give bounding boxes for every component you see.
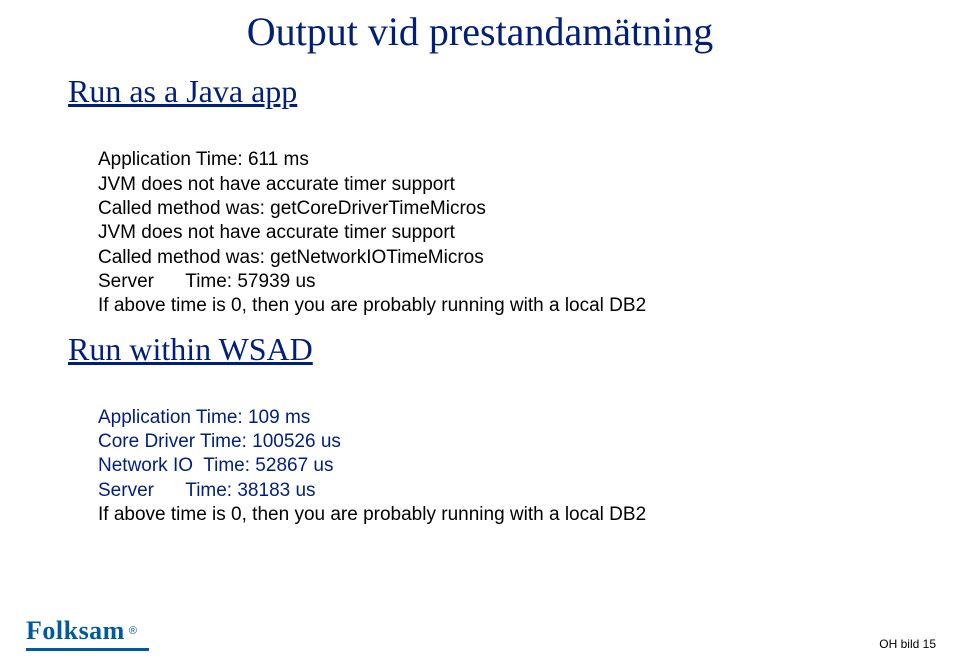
s1-l2: Called method was: getCoreDriverTimeMicr… <box>98 198 486 219</box>
section2-heading: Run within WSAD <box>68 331 920 368</box>
s2-l4: If above time is 0, then you are probabl… <box>98 504 646 525</box>
page-number: OH bild 15 <box>879 637 936 651</box>
brand-name: Folksam <box>26 616 125 646</box>
s1-l6: If above time is 0, then you are probabl… <box>98 295 646 316</box>
s1-l3: JVM does not have accurate timer support <box>98 222 455 243</box>
section1-heading: Run as a Java app <box>68 73 920 110</box>
brand-registered-icon: ® <box>129 625 137 637</box>
s2-l1: Core Driver Time: 100526 us <box>98 431 341 452</box>
s1-l0: Application Time: 611 ms <box>98 149 309 170</box>
brand-underline <box>26 648 149 651</box>
s2-l2: Network IO Time: 52867 us <box>98 455 334 476</box>
section1-block: Application Time: 611 ms JVM does not ha… <box>98 124 920 319</box>
s2-l3: Server Time: 38183 us <box>98 480 316 501</box>
main-content: Run as a Java app Application Time: 611 … <box>0 73 960 527</box>
page-title: Output vid prestandamätning <box>0 8 960 55</box>
section2-block: Application Time: 109 ms Core Driver Tim… <box>98 382 920 528</box>
s1-l5: Server Time: 57939 us <box>98 271 316 292</box>
s1-l1: JVM does not have accurate timer support <box>98 174 455 195</box>
brand-logo: Folksam ® <box>26 616 149 651</box>
s2-l0: Application Time: 109 ms <box>98 407 310 428</box>
s1-l4: Called method was: getNetworkIOTimeMicro… <box>98 247 484 268</box>
